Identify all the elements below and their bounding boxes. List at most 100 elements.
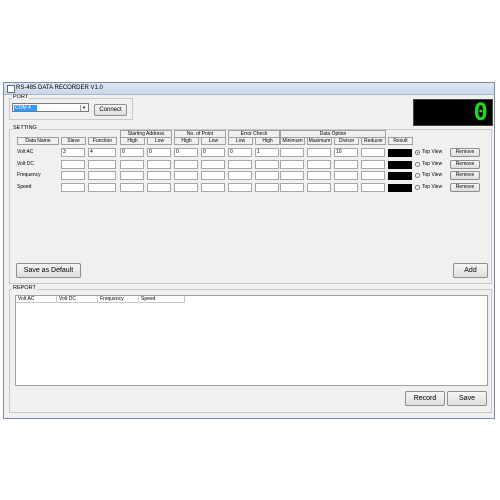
- top-view-radio[interactable]: [415, 161, 420, 167]
- row-label: Speed: [17, 183, 32, 190]
- setting-field[interactable]: 3: [61, 148, 85, 157]
- report-col-header[interactable]: Frequency: [98, 296, 139, 303]
- setting-field[interactable]: [228, 171, 252, 180]
- top-view-radio[interactable]: [415, 184, 420, 190]
- setting-field[interactable]: [307, 148, 331, 157]
- setting-field[interactable]: [201, 182, 225, 192]
- display-value: 0: [473, 98, 488, 126]
- column-header: Divisor: [334, 137, 359, 145]
- report-col-header[interactable]: Volt DC: [57, 296, 98, 303]
- add-button[interactable]: Add: [453, 263, 488, 278]
- setting-field[interactable]: [88, 182, 116, 192]
- setting-field[interactable]: [88, 159, 116, 169]
- setting-field[interactable]: [307, 182, 331, 192]
- column-header: Minimum: [280, 137, 305, 145]
- result-indicator: [388, 183, 412, 192]
- remove-button[interactable]: Remove: [450, 159, 480, 169]
- remove-button[interactable]: Remove: [450, 171, 480, 180]
- column-header: Low: [201, 137, 226, 145]
- setting-field[interactable]: [361, 148, 385, 157]
- setting-field[interactable]: [255, 171, 279, 180]
- setting-field[interactable]: [255, 159, 279, 169]
- setting-field[interactable]: 0: [147, 148, 171, 157]
- app-window: RS-485 DATA RECORDER V1.0 PORT COM 4 ▼ C…: [3, 82, 495, 419]
- row-label: Frequency: [17, 172, 41, 178]
- report-group-label: REPORT: [12, 285, 37, 291]
- column-header: Low: [147, 137, 172, 145]
- connect-button[interactable]: Connect: [94, 104, 127, 116]
- setting-field[interactable]: [280, 182, 304, 192]
- save-button[interactable]: Save: [447, 391, 487, 406]
- setting-field[interactable]: [280, 148, 304, 157]
- setting-field[interactable]: [174, 159, 198, 169]
- setting-field[interactable]: [361, 182, 385, 192]
- top-view-label: Top View: [422, 183, 443, 190]
- setting-field[interactable]: [61, 171, 85, 180]
- top-view-radio[interactable]: [415, 150, 420, 155]
- setting-field[interactable]: [61, 182, 85, 192]
- setting-field[interactable]: 1: [255, 148, 279, 157]
- app-icon: [7, 85, 15, 93]
- setting-field[interactable]: 0: [228, 148, 252, 157]
- setting-field[interactable]: [228, 159, 252, 169]
- port-group-label: PORT: [12, 94, 30, 100]
- report-col-header[interactable]: Speed: [139, 296, 185, 303]
- setting-field[interactable]: [307, 159, 331, 169]
- setting-field[interactable]: [147, 182, 171, 192]
- top-view-radio[interactable]: [415, 173, 420, 178]
- setting-field[interactable]: [361, 171, 385, 180]
- port-select[interactable]: COM 4 ▼: [12, 103, 89, 112]
- setting-field[interactable]: [120, 171, 144, 180]
- result-indicator: [388, 172, 412, 180]
- column-header: Reducer: [361, 137, 386, 145]
- top-view-label: Top View: [422, 172, 443, 178]
- setting-field[interactable]: [361, 159, 385, 169]
- setting-field[interactable]: 0: [201, 148, 225, 157]
- setting-field[interactable]: [147, 159, 171, 169]
- setting-field[interactable]: 0: [120, 148, 144, 157]
- window-title: RS-485 DATA RECORDER V1.0: [16, 85, 103, 91]
- setting-field[interactable]: [334, 182, 358, 192]
- save-as-default-button[interactable]: Save as Default: [16, 263, 81, 278]
- setting-field[interactable]: 0: [174, 148, 198, 157]
- value-display: 0: [413, 98, 493, 126]
- setting-field[interactable]: [174, 182, 198, 192]
- setting-field[interactable]: [280, 159, 304, 169]
- column-header: Maximum: [307, 137, 332, 145]
- row-label: Volt DC: [17, 160, 34, 167]
- setting-field[interactable]: [255, 182, 279, 192]
- setting-field[interactable]: [201, 159, 225, 169]
- setting-group-label: SETTING: [12, 125, 38, 131]
- setting-field[interactable]: [120, 182, 144, 192]
- setting-field[interactable]: [307, 171, 331, 180]
- setting-field[interactable]: [334, 171, 358, 180]
- setting-field[interactable]: [228, 182, 252, 192]
- remove-button[interactable]: Remove: [450, 182, 480, 192]
- setting-field[interactable]: 10: [334, 148, 358, 157]
- chevron-down-icon[interactable]: ▼: [80, 105, 87, 111]
- column-header: Low: [228, 137, 253, 145]
- top-view-label: Top View: [422, 149, 443, 155]
- column-header: Slave: [61, 137, 86, 145]
- top-view-label: Top View: [422, 160, 443, 167]
- column-header: Result: [388, 137, 413, 145]
- report-list[interactable]: Volt AC Volt DC Frequency Speed: [15, 295, 488, 386]
- title-bar[interactable]: RS-485 DATA RECORDER V1.0: [4, 83, 494, 95]
- remove-button[interactable]: Remove: [450, 148, 480, 157]
- row-label: Volt AC: [17, 149, 34, 155]
- setting-field[interactable]: [61, 159, 85, 169]
- setting-field[interactable]: [334, 159, 358, 169]
- result-indicator: [388, 149, 412, 157]
- report-col-header[interactable]: Volt AC: [16, 296, 57, 303]
- setting-field[interactable]: [174, 171, 198, 180]
- column-header: Function: [88, 137, 117, 145]
- setting-field[interactable]: 4: [88, 148, 116, 157]
- column-header: High: [174, 137, 199, 145]
- setting-field[interactable]: [201, 171, 225, 180]
- setting-field[interactable]: [88, 171, 116, 180]
- record-button[interactable]: Record: [405, 391, 445, 406]
- setting-field[interactable]: [147, 171, 171, 180]
- setting-field[interactable]: [120, 159, 144, 169]
- column-header: High: [255, 137, 280, 145]
- setting-field[interactable]: [280, 171, 304, 180]
